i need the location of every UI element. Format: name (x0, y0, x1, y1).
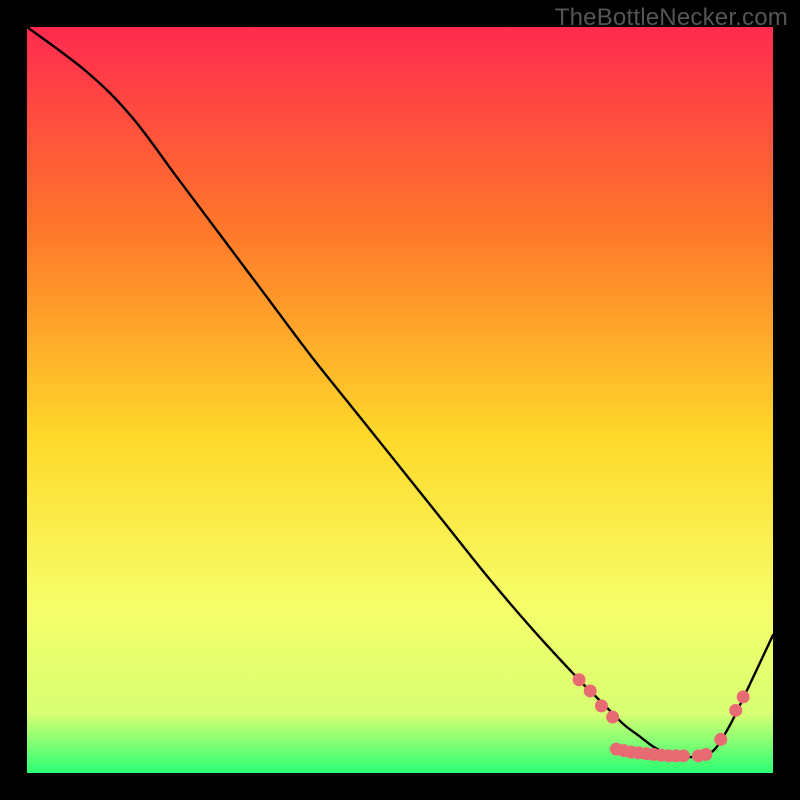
curve-marker (714, 733, 727, 746)
bottleneck-chart (27, 27, 773, 773)
curve-marker (595, 699, 608, 712)
curve-marker (737, 690, 750, 703)
gradient-background (27, 27, 773, 773)
curve-marker (584, 684, 597, 697)
watermark-text: TheBottleNecker.com (555, 4, 788, 32)
chart-frame: TheBottleNecker.com (0, 0, 800, 800)
plot-area (27, 27, 773, 773)
curve-marker (573, 673, 586, 686)
curve-marker (677, 749, 690, 762)
curve-marker (606, 711, 619, 724)
curve-marker (699, 748, 712, 761)
curve-marker (729, 704, 742, 717)
